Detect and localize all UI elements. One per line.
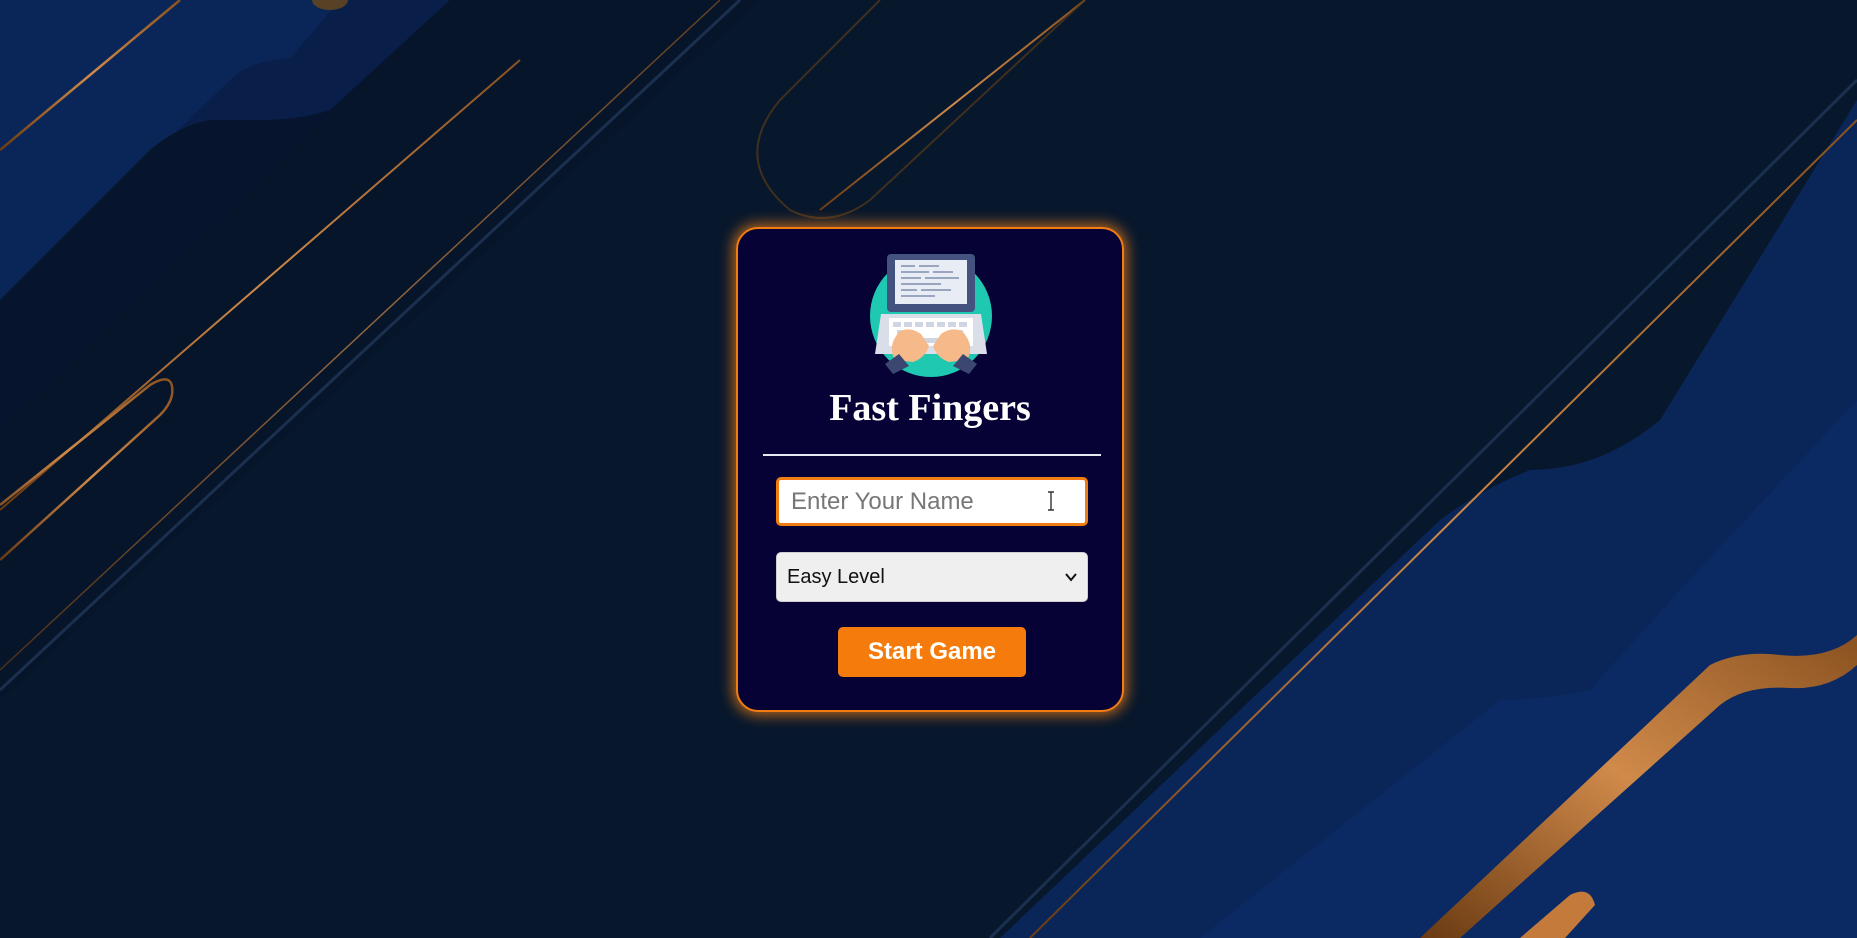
level-select-value: Easy Level [787,565,885,588]
name-input[interactable] [776,477,1088,526]
start-game-button[interactable]: Start Game [838,627,1026,677]
laptop-typing-icon [870,254,992,377]
text-cursor-icon [1048,491,1054,511]
title-divider [763,454,1101,456]
start-card: Fast Fingers Easy Level Start Game [736,227,1124,712]
level-select[interactable]: Easy Level [776,552,1088,602]
chevron-down-icon [1065,573,1077,582]
app-title: Fast Fingers [829,387,1031,429]
